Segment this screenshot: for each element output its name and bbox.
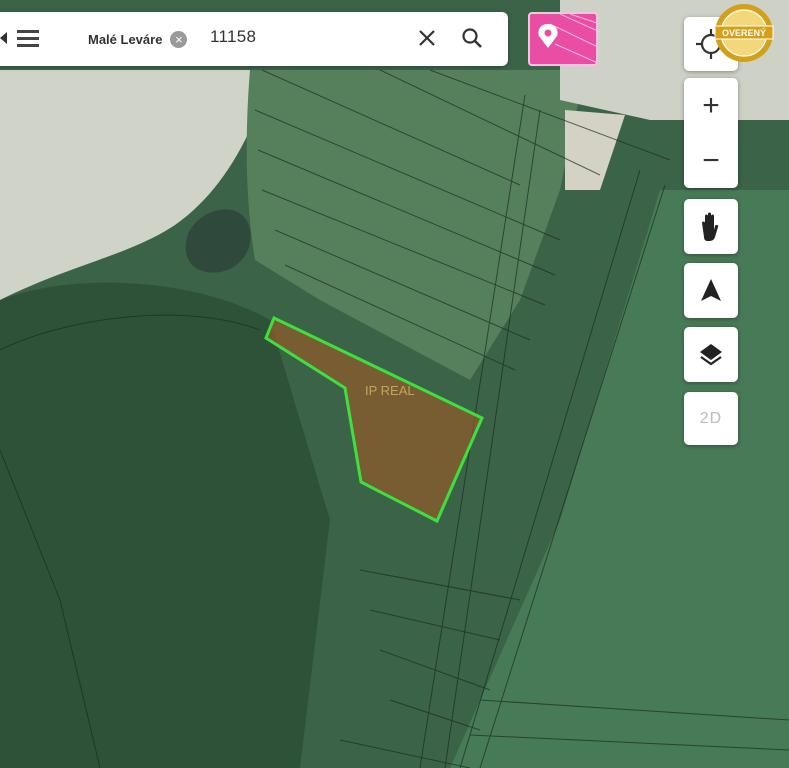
clear-icon[interactable]	[415, 26, 439, 50]
search-icon[interactable]	[460, 26, 484, 50]
back-arrow-icon[interactable]	[0, 32, 7, 44]
chip-clear-icon[interactable]: ×	[170, 30, 188, 48]
parcel-map-button[interactable]	[528, 12, 598, 66]
watermark-logo: IP REAL	[365, 383, 415, 398]
location-chip[interactable]: Malé Leváre ×	[88, 30, 188, 48]
layers-button[interactable]	[684, 327, 738, 382]
location-chip-label: Malé Leváre	[88, 31, 163, 47]
search-bar: Malé Leváre × 11158	[0, 12, 508, 66]
zoom-controls: + −	[684, 78, 738, 188]
forest-dark-left	[0, 282, 330, 768]
menu-icon[interactable]	[17, 30, 39, 48]
view-mode-2d-button[interactable]: 2D	[684, 392, 738, 445]
search-query[interactable]: 11158	[210, 27, 256, 47]
zoom-in-button[interactable]: +	[684, 78, 738, 133]
zoom-out-button[interactable]: −	[684, 133, 738, 188]
verified-badge: OVERENÝ	[714, 4, 774, 62]
navigation-button[interactable]	[684, 263, 738, 318]
verified-badge-text: OVERENÝ	[722, 27, 766, 38]
layers-icon	[700, 344, 722, 366]
pan-button[interactable]	[684, 199, 738, 254]
satellite-map[interactable]: IP REAL	[0, 0, 789, 768]
navigation-arrow-icon	[701, 279, 721, 301]
parcel-pin-icon	[538, 14, 596, 63]
hand-icon	[702, 212, 719, 241]
